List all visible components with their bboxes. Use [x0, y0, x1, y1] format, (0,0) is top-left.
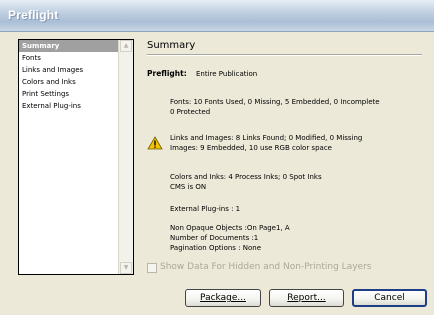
- sidebar-item-fonts[interactable]: Fonts: [19, 52, 120, 64]
- sidebar-item-links-and-images[interactable]: Links and Images: [19, 64, 120, 76]
- section-list[interactable]: Summary Fonts Links and Images Colors an…: [18, 39, 134, 275]
- sidebar-item-colors-and-inks[interactable]: Colors and Inks: [19, 76, 120, 88]
- cancel-button-label: Cancel: [374, 293, 405, 303]
- non-opaque-objects-line: Non Opaque Objects :On Page1, A: [170, 224, 290, 232]
- show-hidden-layers-label: Show Data For Hidden and Non-Printing La…: [160, 262, 372, 272]
- cancel-button[interactable]: Cancel: [352, 289, 427, 307]
- section-list-items: Summary Fonts Links and Images Colors an…: [19, 40, 120, 112]
- title-divider: [147, 54, 422, 56]
- chevron-up-icon: ▲: [123, 42, 129, 49]
- title-bar: Preflight: [0, 0, 434, 32]
- fonts-summary-line-1: Fonts: 10 Fonts Used, 0 Missing, 5 Embed…: [170, 98, 380, 106]
- scroll-down-button[interactable]: ▼: [120, 262, 132, 274]
- preflight-label: Preflight:: [147, 69, 187, 78]
- sidebar-item-external-plug-ins[interactable]: External Plug-ins: [19, 100, 120, 112]
- colors-summary-line-1: Colors and Inks: 4 Process Inks; 0 Spot …: [170, 173, 322, 181]
- sidebar-item-summary[interactable]: Summary: [19, 40, 120, 52]
- pagination-options-line: Pagination Options : None: [170, 244, 262, 252]
- window-title: Preflight: [8, 8, 59, 22]
- section-title: Summary: [147, 40, 196, 51]
- report-button-label: Report...: [287, 293, 326, 303]
- warning-triangle-icon: [147, 136, 163, 150]
- colors-summary-line-2: CMS is ON: [170, 183, 207, 191]
- preflight-value: Entire Publication: [196, 70, 258, 78]
- report-button[interactable]: Report...: [269, 289, 344, 307]
- list-scrollbar[interactable]: ▲ ▼: [118, 40, 133, 274]
- links-summary-line-1: Links and Images: 8 Links Found; 0 Modif…: [170, 134, 363, 142]
- show-hidden-layers-checkbox[interactable]: [147, 263, 157, 273]
- package-button[interactable]: Package...: [185, 289, 261, 307]
- plugins-summary-line: External Plug-ins : 1: [170, 205, 241, 213]
- sidebar-item-print-settings[interactable]: Print Settings: [19, 88, 120, 100]
- scroll-up-button[interactable]: ▲: [120, 40, 132, 52]
- package-button-label: Package...: [200, 293, 246, 303]
- links-summary-line-2: Images: 9 Embedded, 10 use RGB color spa…: [170, 144, 332, 152]
- fonts-summary-line-2: 0 Protected: [170, 108, 211, 116]
- chevron-down-icon: ▼: [123, 264, 129, 271]
- number-of-documents-line: Number of Documents :1: [170, 234, 259, 242]
